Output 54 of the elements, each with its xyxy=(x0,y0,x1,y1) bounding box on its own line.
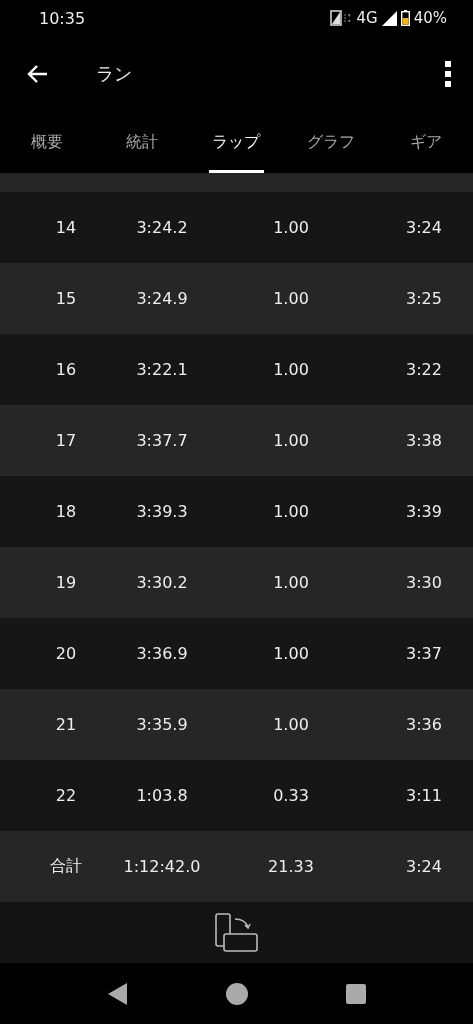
screen-title: ラン xyxy=(96,62,133,86)
more-options-button[interactable] xyxy=(443,59,453,89)
signal-icon xyxy=(381,10,397,26)
lap-pace: 3:37 xyxy=(406,644,442,663)
phone-vibrate-icon xyxy=(330,10,353,26)
lap-distance: 1.00 xyxy=(273,431,309,450)
lap-time: 3:36.9 xyxy=(136,644,188,663)
lap-number: 19 xyxy=(55,573,77,592)
lap-distance: 1.00 xyxy=(273,218,309,237)
lap-number: 17 xyxy=(55,431,77,450)
lap-distance: 1.00 xyxy=(273,289,309,308)
lap-number: 18 xyxy=(55,502,77,521)
battery-icon xyxy=(400,10,410,26)
rotate-screen-button[interactable] xyxy=(212,910,261,955)
tab[interactable]: 概要 xyxy=(0,112,95,173)
lap-number: 16 xyxy=(55,360,77,379)
lap-distance: 1.00 xyxy=(273,715,309,734)
lap-time: 3:37.7 xyxy=(136,431,188,450)
lap-time: 3:24.9 xyxy=(136,289,188,308)
lap-time: 3:35.9 xyxy=(136,715,188,734)
lap-number: 20 xyxy=(55,644,77,663)
tab[interactable]: ラップ xyxy=(189,112,284,173)
lap-time: 3:39.3 xyxy=(136,502,188,521)
lap-pace: 3:38 xyxy=(406,431,442,450)
network-type: 4G xyxy=(356,9,378,27)
tab[interactable]: 統計 xyxy=(94,112,190,173)
lap-number: 15 xyxy=(55,289,77,308)
total-label: 合計 xyxy=(50,856,82,877)
lap-time: 1:03.8 xyxy=(136,786,188,805)
lap-pace: 3:25 xyxy=(406,289,442,308)
lap-time: 3:24.2 xyxy=(136,218,188,237)
lap-distance: 1.00 xyxy=(273,573,309,592)
lap-distance: 1.00 xyxy=(273,360,309,379)
lap-distance: 0.33 xyxy=(273,786,309,805)
lap-number: 14 xyxy=(55,218,77,237)
total-pace: 3:24 xyxy=(406,857,442,876)
total-distance: 21.33 xyxy=(268,857,314,876)
lap-time: 3:22.1 xyxy=(136,360,188,379)
lap-pace: 3:36 xyxy=(406,715,442,734)
total-time: 1:12:42.0 xyxy=(123,857,201,876)
lap-pace: 3:24 xyxy=(406,218,442,237)
lap-number: 21 xyxy=(55,715,77,734)
lap-time: 3:30.2 xyxy=(136,573,188,592)
lap-number: 22 xyxy=(55,786,77,805)
battery-level: 40% xyxy=(413,9,447,27)
lap-pace: 3:30 xyxy=(406,573,442,592)
lap-pace: 3:22 xyxy=(406,360,442,379)
lap-distance: 1.00 xyxy=(273,502,309,521)
lap-pace: 3:11 xyxy=(406,786,442,805)
tab[interactable]: ギア xyxy=(378,112,473,173)
lap-distance: 1.00 xyxy=(273,644,309,663)
tab[interactable]: グラフ xyxy=(283,112,379,173)
lap-pace: 3:39 xyxy=(406,502,442,521)
status-time: 10:35 xyxy=(39,8,87,28)
